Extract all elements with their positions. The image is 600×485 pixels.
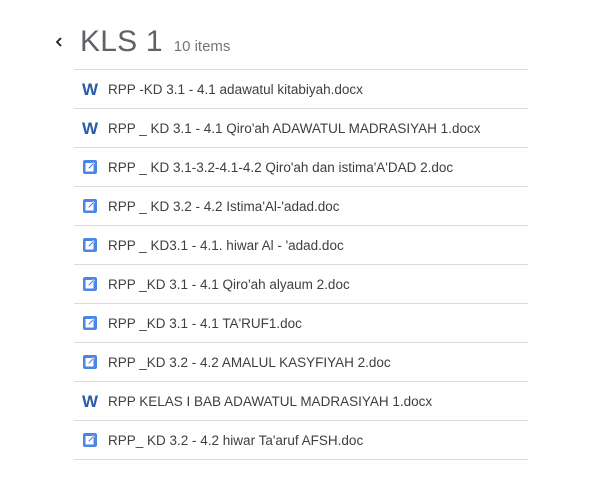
file-list: W RPP -KD 3.1 - 4.1 adawatul kitabiyah.d… (74, 69, 528, 460)
back-chevron-icon[interactable] (52, 35, 66, 49)
file-name: RPP _KD 3.2 - 4.2 AMALUL KASYFIYAH 2.doc (108, 354, 391, 370)
file-row[interactable]: W RPP KELAS I BAB ADAWATUL MADRASIYAH 1.… (74, 382, 528, 421)
word-icon: W (82, 81, 98, 97)
doc-edit-icon (82, 432, 98, 448)
file-row[interactable]: RPP _ KD 3.2 - 4.2 Istima'Al-'adad.doc (74, 187, 528, 226)
word-icon: W (82, 120, 98, 136)
file-name: RPP _ KD3.1 - 4.1. hiwar Al - 'adad.doc (108, 237, 344, 253)
file-row[interactable]: W RPP _ KD 3.1 - 4.1 Qiro'ah ADAWATUL MA… (74, 109, 528, 148)
file-row[interactable]: RPP _KD 3.1 - 4.1 Qiro'ah alyaum 2.doc (74, 265, 528, 304)
item-count: 10 items (173, 38, 231, 55)
file-name: RPP _KD 3.1 - 4.1 TA'RUF1.doc (108, 315, 302, 331)
file-name: RPP -KD 3.1 - 4.1 adawatul kitabiyah.doc… (108, 81, 363, 97)
doc-edit-icon (82, 198, 98, 214)
file-name: RPP_ KD 3.2 - 4.2 hiwar Ta'aruf AFSH.doc (108, 432, 364, 448)
file-row[interactable]: W RPP -KD 3.1 - 4.1 adawatul kitabiyah.d… (74, 70, 528, 109)
file-row[interactable]: RPP _KD 3.2 - 4.2 AMALUL KASYFIYAH 2.doc (74, 343, 528, 382)
file-name: RPP _KD 3.1 - 4.1 Qiro'ah alyaum 2.doc (108, 276, 350, 292)
word-icon: W (82, 393, 98, 409)
file-row[interactable]: RPP_ KD 3.2 - 4.2 hiwar Ta'aruf AFSH.doc (74, 421, 528, 460)
folder-title: KLS 1 (80, 25, 163, 58)
doc-edit-icon (82, 276, 98, 292)
file-row[interactable]: RPP _ KD3.1 - 4.1. hiwar Al - 'adad.doc (74, 226, 528, 265)
file-name: RPP _ KD 3.1 - 4.1 Qiro'ah ADAWATUL MADR… (108, 120, 481, 136)
svg-text:W: W (82, 81, 98, 97)
svg-text:W: W (82, 393, 98, 409)
doc-edit-icon (82, 159, 98, 175)
file-name: RPP _ KD 3.2 - 4.2 Istima'Al-'adad.doc (108, 198, 340, 214)
file-name: RPP _ KD 3.1-3.2-4.1-4.2 Qiro'ah dan ist… (108, 159, 454, 175)
doc-edit-icon (82, 354, 98, 370)
svg-text:W: W (82, 120, 98, 136)
file-row[interactable]: RPP _ KD 3.1-3.2-4.1-4.2 Qiro'ah dan ist… (74, 148, 528, 187)
file-row[interactable]: RPP _KD 3.1 - 4.1 TA'RUF1.doc (74, 304, 528, 343)
doc-edit-icon (82, 237, 98, 253)
doc-edit-icon (82, 315, 98, 331)
file-name: RPP KELAS I BAB ADAWATUL MADRASIYAH 1.do… (108, 393, 433, 409)
folder-header: KLS 1 10 items (52, 22, 230, 62)
